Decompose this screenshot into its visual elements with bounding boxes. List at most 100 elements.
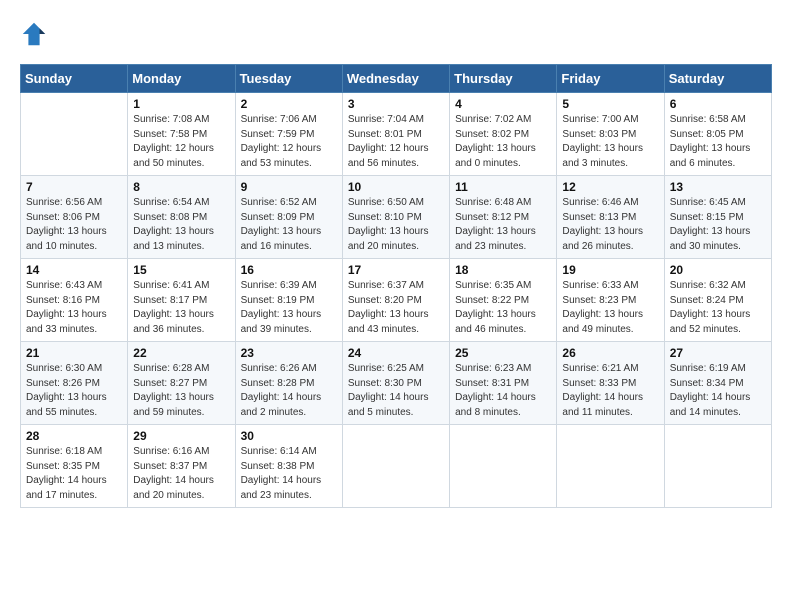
day-info: Sunrise: 6:35 AM Sunset: 8:22 PM Dayligh… — [455, 279, 551, 337]
day-info: Sunrise: 6:19 AM Sunset: 8:34 PM Dayligh… — [670, 362, 766, 420]
day-info: Sunrise: 6:46 AM Sunset: 8:13 PM Dayligh… — [562, 196, 658, 254]
calendar-cell: 20 Sunrise: 6:32 AM Sunset: 8:24 PM Dayli… — [664, 259, 771, 342]
calendar-cell: 24 Sunrise: 6:25 AM Sunset: 8:30 PM Dayli… — [342, 342, 449, 425]
day-number: 16 — [241, 263, 337, 277]
day-info: Sunrise: 6:45 AM Sunset: 8:15 PM Dayligh… — [670, 196, 766, 254]
calendar-cell: 4Sunrise: 7:02 AM Sunset: 8:02 PM Daylig… — [450, 93, 557, 176]
calendar-table: SundayMondayTuesdayWednesdayThursdayFrid… — [20, 64, 772, 508]
calendar-cell: 30 Sunrise: 6:14 AM Sunset: 8:38 PM Dayli… — [235, 425, 342, 508]
day-info: Sunrise: 6:18 AM Sunset: 8:35 PM Dayligh… — [26, 445, 122, 503]
day-number: 21 — [26, 346, 122, 360]
day-info: Sunrise: 6:30 AM Sunset: 8:26 PM Dayligh… — [26, 362, 122, 420]
calendar-cell: 5 Sunrise: 7:00 AM Sunset: 8:03 PM Daylig… — [557, 93, 664, 176]
calendar-cell — [450, 425, 557, 508]
weekday-header-tuesday: Tuesday — [235, 65, 342, 93]
day-number: 27 — [670, 346, 766, 360]
calendar-cell: 12 Sunrise: 6:46 AM Sunset: 8:13 PM Dayli… — [557, 176, 664, 259]
day-info: Sunrise: 6:56 AM Sunset: 8:06 PM Dayligh… — [26, 196, 122, 254]
day-number: 20 — [670, 263, 766, 277]
day-number: 10 — [348, 180, 444, 194]
calendar-week-row: 14 Sunrise: 6:43 AM Sunset: 8:16 PM Dayli… — [21, 259, 772, 342]
day-info: Sunrise: 6:41 AM Sunset: 8:17 PM Dayligh… — [133, 279, 229, 337]
calendar-cell: 10 Sunrise: 6:50 AM Sunset: 8:10 PM Dayli… — [342, 176, 449, 259]
calendar-cell: 22 Sunrise: 6:28 AM Sunset: 8:27 PM Dayli… — [128, 342, 235, 425]
calendar-cell: 15 Sunrise: 6:41 AM Sunset: 8:17 PM Dayli… — [128, 259, 235, 342]
weekday-header-thursday: Thursday — [450, 65, 557, 93]
day-info: Sunrise: 6:43 AM Sunset: 8:16 PM Dayligh… — [26, 279, 122, 337]
day-number: 3 — [348, 97, 444, 111]
day-info: Sunrise: 6:32 AM Sunset: 8:24 PM Dayligh… — [670, 279, 766, 337]
page-header — [20, 20, 772, 48]
logo-icon — [20, 20, 48, 48]
weekday-header-row: SundayMondayTuesdayWednesdayThursdayFrid… — [21, 65, 772, 93]
day-number: 17 — [348, 263, 444, 277]
day-number: 18 — [455, 263, 551, 277]
calendar-cell: 21 Sunrise: 6:30 AM Sunset: 8:26 PM Dayli… — [21, 342, 128, 425]
calendar-cell: 8Sunrise: 6:54 AM Sunset: 8:08 PM Daylig… — [128, 176, 235, 259]
day-info: Sunrise: 6:39 AM Sunset: 8:19 PM Dayligh… — [241, 279, 337, 337]
day-number: 9 — [241, 180, 337, 194]
day-number: 22 — [133, 346, 229, 360]
day-info: Sunrise: 6:28 AM Sunset: 8:27 PM Dayligh… — [133, 362, 229, 420]
day-number: 15 — [133, 263, 229, 277]
day-number: 25 — [455, 346, 551, 360]
day-number: 23 — [241, 346, 337, 360]
day-info: Sunrise: 6:48 AM Sunset: 8:12 PM Dayligh… — [455, 196, 551, 254]
calendar-cell: 7 Sunrise: 6:56 AM Sunset: 8:06 PM Daylig… — [21, 176, 128, 259]
day-number: 24 — [348, 346, 444, 360]
calendar-cell — [21, 93, 128, 176]
day-info: Sunrise: 6:21 AM Sunset: 8:33 PM Dayligh… — [562, 362, 658, 420]
calendar-week-row: 21 Sunrise: 6:30 AM Sunset: 8:26 PM Dayli… — [21, 342, 772, 425]
calendar-cell: 11 Sunrise: 6:48 AM Sunset: 8:12 PM Dayli… — [450, 176, 557, 259]
calendar-cell: 19 Sunrise: 6:33 AM Sunset: 8:23 PM Dayli… — [557, 259, 664, 342]
calendar-cell: 29 Sunrise: 6:16 AM Sunset: 8:37 PM Dayli… — [128, 425, 235, 508]
calendar-cell: 6 Sunrise: 6:58 AM Sunset: 8:05 PM Daylig… — [664, 93, 771, 176]
calendar-cell: 23 Sunrise: 6:26 AM Sunset: 8:28 PM Dayli… — [235, 342, 342, 425]
day-number: 5 — [562, 97, 658, 111]
day-number: 6 — [670, 97, 766, 111]
logo — [20, 20, 52, 48]
calendar-cell: 3Sunrise: 7:04 AM Sunset: 8:01 PM Daylig… — [342, 93, 449, 176]
calendar-cell: 25 Sunrise: 6:23 AM Sunset: 8:31 PM Dayli… — [450, 342, 557, 425]
day-info: Sunrise: 6:16 AM Sunset: 8:37 PM Dayligh… — [133, 445, 229, 503]
calendar-cell: 27 Sunrise: 6:19 AM Sunset: 8:34 PM Dayli… — [664, 342, 771, 425]
day-number: 7 — [26, 180, 122, 194]
day-info: Sunrise: 6:33 AM Sunset: 8:23 PM Dayligh… — [562, 279, 658, 337]
calendar-cell: 26Sunrise: 6:21 AM Sunset: 8:33 PM Dayli… — [557, 342, 664, 425]
day-info: Sunrise: 6:14 AM Sunset: 8:38 PM Dayligh… — [241, 445, 337, 503]
day-info: Sunrise: 6:25 AM Sunset: 8:30 PM Dayligh… — [348, 362, 444, 420]
calendar-cell — [664, 425, 771, 508]
day-number: 30 — [241, 429, 337, 443]
day-info: Sunrise: 7:00 AM Sunset: 8:03 PM Dayligh… — [562, 113, 658, 171]
weekday-header-friday: Friday — [557, 65, 664, 93]
day-number: 11 — [455, 180, 551, 194]
day-info: Sunrise: 7:08 AM Sunset: 7:58 PM Dayligh… — [133, 113, 229, 171]
calendar-cell: 1 Sunrise: 7:08 AM Sunset: 7:58 PM Daylig… — [128, 93, 235, 176]
calendar-week-row: 7 Sunrise: 6:56 AM Sunset: 8:06 PM Daylig… — [21, 176, 772, 259]
calendar-cell: 16 Sunrise: 6:39 AM Sunset: 8:19 PM Dayli… — [235, 259, 342, 342]
day-number: 19 — [562, 263, 658, 277]
day-info: Sunrise: 6:26 AM Sunset: 8:28 PM Dayligh… — [241, 362, 337, 420]
calendar-cell — [342, 425, 449, 508]
calendar-cell: 17Sunrise: 6:37 AM Sunset: 8:20 PM Dayli… — [342, 259, 449, 342]
day-info: Sunrise: 6:58 AM Sunset: 8:05 PM Dayligh… — [670, 113, 766, 171]
calendar-cell: 9Sunrise: 6:52 AM Sunset: 8:09 PM Daylig… — [235, 176, 342, 259]
day-number: 14 — [26, 263, 122, 277]
weekday-header-sunday: Sunday — [21, 65, 128, 93]
calendar-cell: 18 Sunrise: 6:35 AM Sunset: 8:22 PM Dayli… — [450, 259, 557, 342]
day-info: Sunrise: 6:23 AM Sunset: 8:31 PM Dayligh… — [455, 362, 551, 420]
day-number: 12 — [562, 180, 658, 194]
day-info: Sunrise: 6:50 AM Sunset: 8:10 PM Dayligh… — [348, 196, 444, 254]
day-number: 29 — [133, 429, 229, 443]
day-number: 28 — [26, 429, 122, 443]
day-number: 13 — [670, 180, 766, 194]
day-info: Sunrise: 7:02 AM Sunset: 8:02 PM Dayligh… — [455, 113, 551, 171]
day-number: 1 — [133, 97, 229, 111]
day-number: 8 — [133, 180, 229, 194]
day-number: 2 — [241, 97, 337, 111]
weekday-header-monday: Monday — [128, 65, 235, 93]
calendar-cell — [557, 425, 664, 508]
calendar-week-row: 28 Sunrise: 6:18 AM Sunset: 8:35 PM Dayli… — [21, 425, 772, 508]
day-info: Sunrise: 7:06 AM Sunset: 7:59 PM Dayligh… — [241, 113, 337, 171]
calendar-cell: 28 Sunrise: 6:18 AM Sunset: 8:35 PM Dayli… — [21, 425, 128, 508]
